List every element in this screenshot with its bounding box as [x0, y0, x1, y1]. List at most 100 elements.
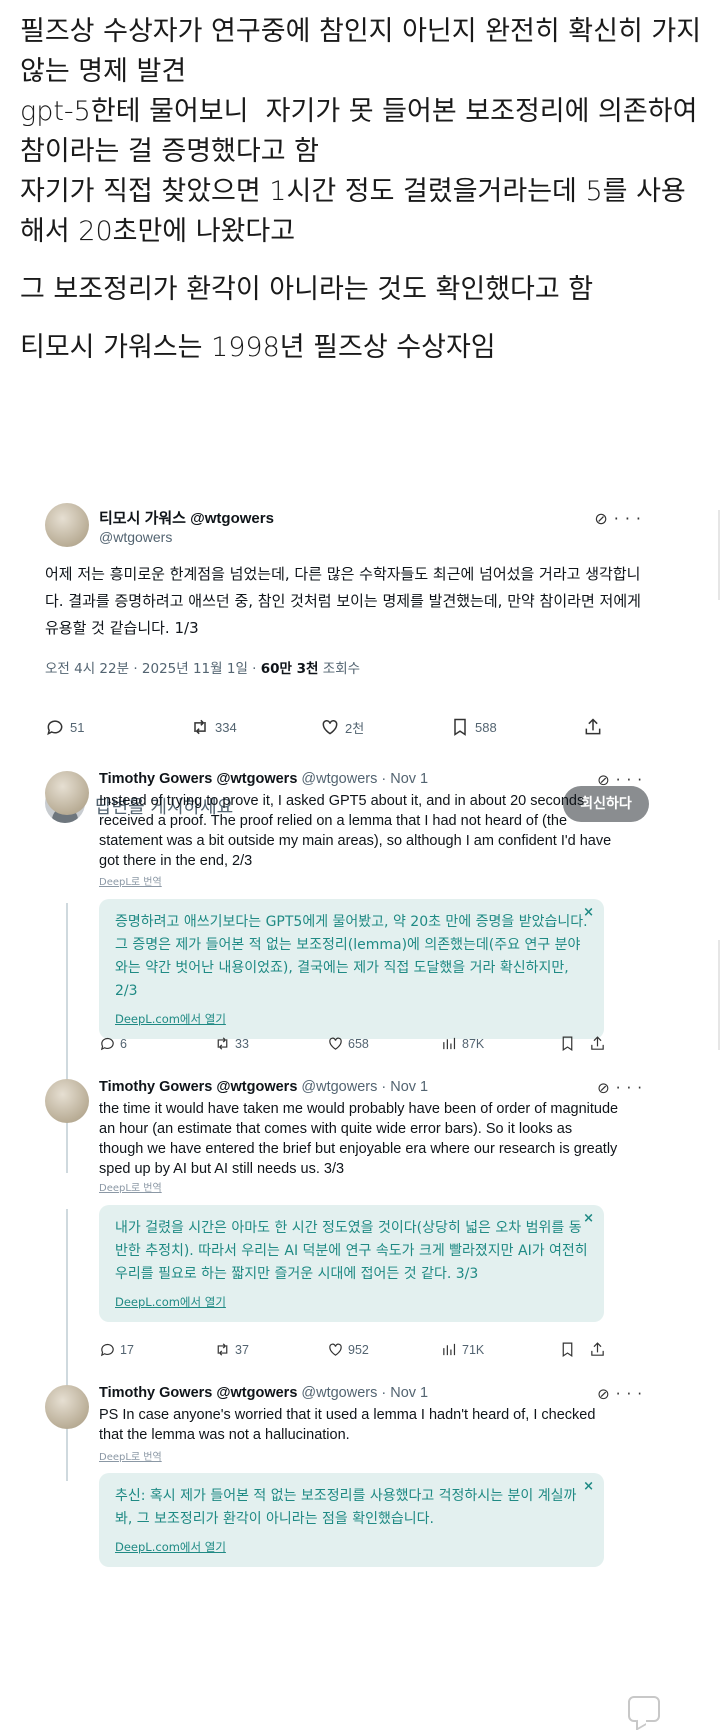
like-button[interactable]: 2천: [320, 717, 364, 737]
tweet-header-icons: ⊘···: [597, 771, 648, 789]
avatar[interactable]: [45, 1079, 89, 1123]
deepl-open-link[interactable]: DeepL.com에서 열기: [115, 1294, 588, 1310]
retweet-button[interactable]: 334: [190, 717, 237, 737]
retweet-count: 33: [235, 1036, 249, 1051]
like-count: 952: [348, 1342, 369, 1357]
like-button[interactable]: 658: [327, 1035, 369, 1052]
share-icon: [591, 1342, 604, 1356]
author-name[interactable]: Timothy Gowers @wtgowers: [99, 1385, 297, 1401]
reply-icon: [100, 1343, 114, 1357]
grok-icon[interactable]: ⊘: [597, 1079, 616, 1097]
close-icon[interactable]: ×: [583, 1211, 594, 1226]
views-icon: [443, 1037, 456, 1050]
author-handle[interactable]: @wtgowers · Nov 1: [301, 771, 428, 787]
reply-button[interactable]: 51: [45, 717, 84, 737]
grok-icon[interactable]: ⊘: [597, 1385, 616, 1403]
deepl-translate-link[interactable]: DeepL로 번역: [99, 1448, 162, 1463]
views-icon: [443, 1343, 456, 1356]
close-icon[interactable]: ×: [583, 905, 594, 920]
tweet-time[interactable]: 오전 4시 22분 · 2025년 11월 1일 ·: [45, 661, 261, 677]
chat-icon[interactable]: [628, 1696, 660, 1722]
reply-button[interactable]: 17: [99, 1341, 134, 1358]
tweet-screenshot: 티모시 가워스 @wtgowers @wtgowers ⊘··· 어제 저는 흥…: [30, 485, 670, 1730]
view-label: 조회수: [318, 661, 361, 677]
share-button[interactable]: [583, 717, 603, 737]
bookmark-button[interactable]: 588: [450, 717, 497, 737]
bookmark-icon: [562, 1342, 573, 1358]
deepl-translate-link[interactable]: DeepL로 번역: [99, 1179, 162, 1194]
main-tweet-header: 티모시 가워스 @wtgowers @wtgowers ⊘···: [45, 503, 655, 563]
tweet-header: Timothy Gowers @wtgowers @wtgowers · Nov …: [99, 771, 428, 787]
author-handle[interactable]: @wtgowers · Nov 1: [301, 1385, 428, 1401]
more-icon[interactable]: ···: [616, 771, 648, 789]
translation-text: 추신: 혹시 제가 들어본 적 없는 보조정리를 사용했다고 걱정하시는 분이 …: [115, 1488, 577, 1527]
view-count: 60만 3천: [260, 661, 319, 677]
avatar[interactable]: [45, 771, 89, 815]
translation-box: × 증명하려고 애쓰기보다는 GPT5에게 물어봤고, 약 20초 만에 증명을…: [99, 899, 604, 1039]
post-line: 티모시 가워스는 1998년 필즈상 수상자임: [20, 332, 496, 363]
author-handle[interactable]: @wtgowers: [99, 529, 172, 545]
retweet-button[interactable]: 37: [214, 1341, 249, 1358]
share-button[interactable]: [589, 1035, 606, 1052]
bookmark-count: 588: [475, 719, 497, 735]
avatar[interactable]: [45, 503, 89, 547]
reply-count: 6: [120, 1036, 127, 1051]
post-line: 그 보조정리가 환각이 아니라는 것도 확인했다고 함: [20, 274, 594, 305]
views-button[interactable]: 87K: [441, 1035, 484, 1052]
reply-count: 17: [120, 1342, 134, 1357]
thread-connector: [66, 903, 68, 1173]
post-line: 필즈상 수상자가 연구중에 참인지 아닌지 완전히 확신히 가지 않는 명제 발…: [20, 16, 710, 87]
like-count: 658: [348, 1036, 369, 1051]
heart-icon: [329, 1037, 342, 1050]
grok-icon[interactable]: ⊘: [594, 509, 613, 528]
tweet-actions: 6 33 658 87K: [99, 1035, 649, 1055]
retweet-icon: [217, 1037, 228, 1050]
like-count: 2천: [345, 720, 365, 736]
avatar[interactable]: [45, 1385, 89, 1429]
post-line: gpt-5한테 물어보니 자기가 못 들어본 보조정리에 의존하여 참이라는 걸…: [20, 96, 706, 167]
deepl-translate-link[interactable]: DeepL로 번역: [99, 873, 162, 888]
author-name[interactable]: Timothy Gowers @wtgowers: [99, 771, 297, 787]
tweet-text: PS In case anyone's worried that it used…: [99, 1407, 596, 1443]
tweet-meta: 오전 4시 22분 · 2025년 11월 1일 · 60만 3천 조회수: [45, 657, 360, 677]
deepl-open-link[interactable]: DeepL.com에서 열기: [115, 1011, 588, 1027]
more-icon[interactable]: ···: [614, 509, 647, 528]
view-count: 71K: [462, 1342, 485, 1357]
reply-icon: [47, 720, 63, 736]
share-icon: [585, 718, 601, 735]
bookmark-button[interactable]: [559, 1035, 576, 1052]
bookmark-button[interactable]: [559, 1341, 576, 1358]
translation-text: 증명하려고 애쓰기보다는 GPT5에게 물어봤고, 약 20초 만에 증명을 받…: [115, 914, 588, 999]
author-name[interactable]: Timothy Gowers @wtgowers: [99, 1079, 297, 1095]
header-icons: ⊘···: [594, 509, 647, 528]
heart-icon: [322, 719, 338, 735]
retweet-icon: [194, 719, 206, 735]
deepl-open-link[interactable]: DeepL.com에서 열기: [115, 1539, 588, 1555]
share-icon: [591, 1036, 604, 1050]
post-line: 자기가 직접 찾았으면 1시간 정도 걸렸을거라는데 5를 사용해서 20초만에…: [20, 176, 686, 247]
tweet-header-icons: ⊘···: [597, 1079, 648, 1097]
like-button[interactable]: 952: [327, 1341, 369, 1358]
author-name[interactable]: 티모시 가워스 @wtgowers: [99, 507, 274, 528]
retweet-button[interactable]: 33: [214, 1035, 249, 1052]
views-button[interactable]: 71K: [441, 1341, 484, 1358]
heart-icon: [329, 1343, 342, 1356]
main-tweet-text: 어제 저는 흥미로운 한계점을 넘었는데, 다른 많은 수학자들도 최근에 넘어…: [45, 565, 641, 637]
author-handle[interactable]: @wtgowers · Nov 1: [301, 1079, 428, 1095]
grok-icon[interactable]: ⊘: [597, 771, 616, 789]
share-button[interactable]: [589, 1341, 606, 1358]
thread-connector: [66, 1209, 68, 1481]
more-icon[interactable]: ···: [616, 1079, 648, 1097]
view-count: 87K: [462, 1036, 485, 1051]
reply-count: 51: [70, 719, 85, 735]
translation-text: 내가 걸렸을 시간은 아마도 한 시간 정도였을 것이다(상당히 넓은 오차 범…: [115, 1220, 588, 1282]
tweet-header: Timothy Gowers @wtgowers @wtgowers · Nov …: [99, 1079, 428, 1095]
tweet-header-icons: ⊘···: [597, 1385, 648, 1403]
reply-button[interactable]: 6: [99, 1035, 127, 1052]
bookmark-icon: [454, 718, 466, 736]
tweet-text: the time it would have taken me would pr…: [99, 1101, 619, 1177]
more-icon[interactable]: ···: [616, 1385, 648, 1403]
retweet-count: 37: [235, 1342, 249, 1357]
close-icon[interactable]: ×: [583, 1479, 594, 1494]
retweet-count: 334: [215, 719, 237, 735]
